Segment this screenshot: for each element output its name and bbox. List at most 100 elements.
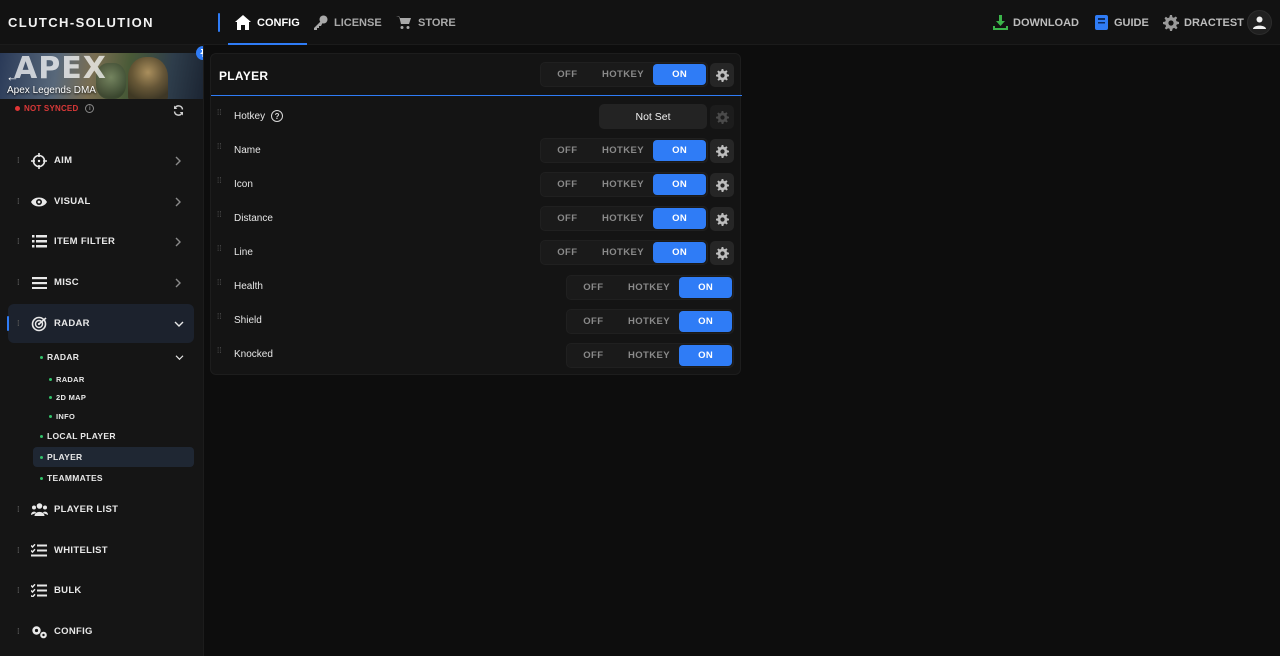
drag-handle-icon[interactable]: ⁞	[17, 320, 21, 328]
settings-gear-button[interactable]	[710, 63, 734, 87]
toggle-on[interactable]: ON	[679, 345, 732, 366]
sidebar-item-player-list[interactable]: ⁞ PLAYER LIST	[8, 490, 194, 529]
toggle-hotkey[interactable]: HOTKEY	[620, 344, 679, 367]
toggle-on[interactable]: ON	[679, 311, 732, 332]
drag-handle-icon[interactable]: ⁞	[17, 279, 21, 287]
icon-toggle[interactable]: OFF HOTKEY ON	[540, 172, 708, 197]
sidebar: APEX ← Apex Legends DMA NOT SYNCED i ⁞ A…	[0, 45, 204, 656]
drag-handle-icon[interactable]: ⁞	[17, 587, 21, 595]
back-arrow-icon[interactable]: ←	[6, 69, 19, 84]
banner-subtitle: Apex Legends DMA	[7, 85, 96, 96]
drag-handle-icon[interactable]: ⁞	[17, 198, 21, 206]
drag-handle-icon[interactable]: ⁞⁞	[217, 313, 225, 321]
pin-icon[interactable]	[196, 46, 203, 60]
toggle-on[interactable]: ON	[653, 208, 706, 229]
sidebar-item-whitelist[interactable]: ⁞ WHITELIST	[8, 531, 194, 570]
drag-handle-icon[interactable]: ⁞	[17, 238, 21, 246]
drag-handle-icon[interactable]: ⁞⁞	[217, 143, 225, 151]
sidebar-sub-label: LOCAL PLAYER	[47, 431, 116, 441]
sidebar-item-item-filter[interactable]: ⁞ ITEM FILTER	[8, 222, 194, 261]
game-banner[interactable]: APEX ← Apex Legends DMA	[0, 53, 203, 99]
nav-config[interactable]: CONFIG	[228, 0, 307, 45]
toggle-hotkey[interactable]: HOTKEY	[594, 173, 653, 196]
toggle-hotkey[interactable]: HOTKEY	[594, 139, 653, 162]
radar-child-label: RADAR	[56, 374, 85, 384]
drag-handle-icon[interactable]: ⁞⁞	[217, 347, 225, 355]
toggle-on[interactable]: ON	[653, 140, 706, 161]
nav-license[interactable]: LICENSE	[313, 0, 382, 45]
health-toggle[interactable]: OFF HOTKEY ON	[566, 275, 734, 300]
knocked-toggle[interactable]: OFF HOTKEY ON	[566, 343, 734, 368]
toggle-hotkey[interactable]: HOTKEY	[620, 276, 679, 299]
toggle-off[interactable]: OFF	[567, 310, 620, 333]
radar-group-label: RADAR	[47, 352, 80, 362]
gear-icon	[715, 178, 729, 192]
shield-toggle[interactable]: OFF HOTKEY ON	[566, 309, 734, 334]
sidebar-sub-player[interactable]: PLAYER	[33, 447, 194, 467]
row-label-text: Health	[234, 281, 263, 292]
toggle-off[interactable]: OFF	[541, 173, 594, 196]
toggle-hotkey[interactable]: HOTKEY	[594, 207, 653, 230]
drag-handle-icon[interactable]: ⁞	[17, 506, 21, 514]
sidebar-item-visual[interactable]: ⁞ VISUAL	[8, 182, 194, 221]
toggle-on[interactable]: ON	[653, 242, 706, 263]
refresh-icon[interactable]	[173, 103, 184, 121]
checklist-icon	[30, 542, 48, 560]
sidebar-item-label: RADAR	[54, 318, 90, 329]
sidebar-item-misc[interactable]: ⁞ MISC	[8, 263, 194, 302]
drag-handle-icon[interactable]: ⁞⁞	[217, 279, 225, 287]
info-icon[interactable]: i	[85, 104, 95, 113]
toggle-off[interactable]: OFF	[541, 63, 594, 86]
radar-group[interactable]: RADAR	[40, 347, 190, 367]
download-button[interactable]: DOWNLOAD	[993, 0, 1079, 45]
nav-store[interactable]: STORE	[396, 0, 456, 45]
toggle-on[interactable]: ON	[653, 174, 706, 195]
sidebar-sub-local-player[interactable]: LOCAL PLAYER	[40, 426, 116, 446]
player-mode-toggle[interactable]: OFF HOTKEY ON	[540, 62, 708, 87]
sidebar-sub-teammates[interactable]: TEAMMATES	[40, 468, 103, 488]
radar-child-radar[interactable]: RADAR	[49, 369, 85, 389]
drag-handle-icon[interactable]: ⁞⁞	[217, 211, 225, 219]
user-settings-button[interactable]: DRACTEST	[1163, 0, 1244, 45]
avatar[interactable]	[1247, 10, 1272, 35]
toggle-hotkey[interactable]: HOTKEY	[594, 241, 653, 264]
hotkey-binding-button[interactable]: Not Set	[599, 104, 707, 129]
distance-toggle[interactable]: OFF HOTKEY ON	[540, 206, 708, 231]
gear-icon	[715, 110, 729, 124]
sidebar-item-radar[interactable]: ⁞ RADAR	[7, 304, 194, 343]
drag-handle-icon[interactable]: ⁞⁞	[217, 109, 225, 117]
line-toggle[interactable]: OFF HOTKEY ON	[540, 240, 708, 265]
toggle-hotkey[interactable]: HOTKEY	[594, 63, 653, 86]
toggle-hotkey[interactable]: HOTKEY	[620, 310, 679, 333]
radar-child-2d-map[interactable]: 2D MAP	[49, 387, 86, 407]
name-settings-button[interactable]	[710, 139, 734, 163]
top-bar: CLUTCH-SOLUTION CONFIG LICENSE STORE DOW…	[0, 0, 1280, 45]
toggle-off[interactable]: OFF	[567, 344, 620, 367]
toggle-off[interactable]: OFF	[541, 241, 594, 264]
sidebar-item-config[interactable]: ⁞ CONFIG	[8, 612, 194, 651]
toggle-off[interactable]: OFF	[541, 207, 594, 230]
drag-handle-icon[interactable]: ⁞	[17, 157, 21, 165]
crosshair-icon	[30, 152, 48, 170]
drag-handle-icon[interactable]: ⁞⁞	[217, 177, 225, 185]
guide-button[interactable]: GUIDE	[1095, 0, 1149, 45]
toggle-off[interactable]: OFF	[567, 276, 620, 299]
distance-settings-button[interactable]	[710, 207, 734, 231]
drag-handle-icon[interactable]: ⁞	[17, 628, 21, 636]
radar-child-info[interactable]: INFO	[49, 406, 75, 426]
help-icon[interactable]: ?	[271, 110, 284, 122]
toggle-off[interactable]: OFF	[541, 139, 594, 162]
status-dot	[49, 395, 52, 399]
icon-settings-button[interactable]	[710, 173, 734, 197]
row-label-text: Hotkey	[234, 110, 266, 122]
toggle-on[interactable]: ON	[653, 64, 706, 85]
drag-handle-icon[interactable]: ⁞	[17, 547, 21, 555]
toggle-on[interactable]: ON	[679, 277, 732, 298]
name-toggle[interactable]: OFF HOTKEY ON	[540, 138, 708, 163]
banner-art-character	[128, 57, 168, 99]
sidebar-item-aim[interactable]: ⁞ AIM	[8, 141, 194, 180]
drag-handle-icon[interactable]: ⁞⁞	[217, 245, 225, 253]
line-settings-button[interactable]	[710, 241, 734, 265]
row-label-text: Knocked	[234, 349, 273, 360]
sidebar-item-bulk[interactable]: ⁞ BULK	[8, 571, 194, 610]
